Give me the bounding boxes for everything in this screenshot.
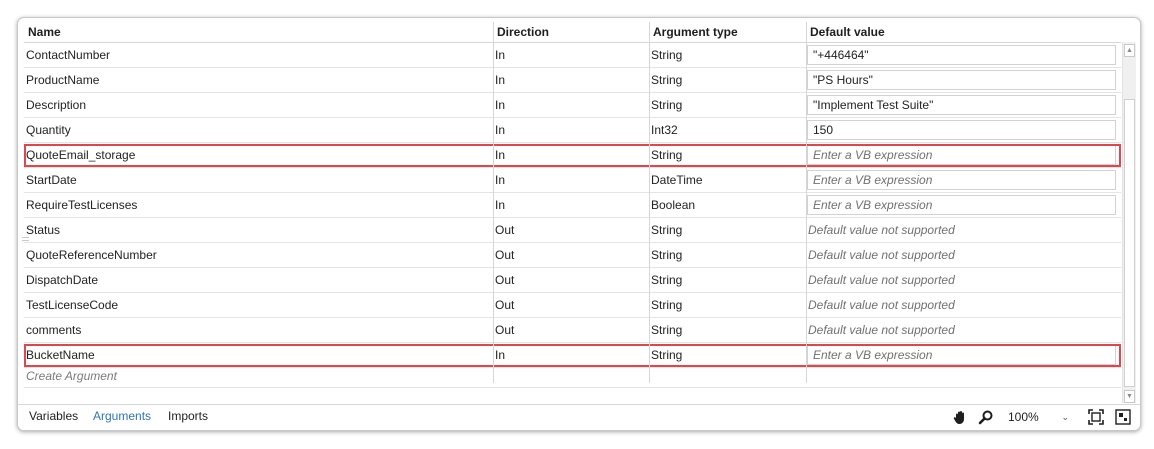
argument-type[interactable]: Int32 [649,118,806,142]
default-value-input[interactable]: Enter a VB expression [807,170,1116,190]
argument-type[interactable]: DateTime [649,168,806,192]
default-value-input[interactable]: Enter a VB expression [807,345,1116,365]
argument-name[interactable]: DispatchDate [24,268,493,292]
argument-direction[interactable]: In [493,343,649,367]
argument-type[interactable]: String [649,318,806,342]
scroll-down-icon[interactable]: ▼ [1124,390,1135,403]
argument-row[interactable]: Quantity In Int32 150 [24,118,1121,143]
scroll-up-icon[interactable]: ▲ [1124,44,1135,57]
column-header-name[interactable]: Name [24,22,493,42]
column-divider[interactable] [806,22,807,383]
argument-type[interactable]: String [649,43,806,67]
argument-type[interactable]: String [649,143,806,167]
default-value-input[interactable]: "Implement Test Suite" [807,95,1116,115]
argument-row[interactable]: RequireTestLicenses In Boolean Enter a VB e… [24,193,1121,218]
default-value-input[interactable]: 150 [807,120,1116,140]
argument-type[interactable]: String [649,293,806,317]
argument-row[interactable]: comments Out String Default value not suppo… [24,318,1121,343]
arguments-panel: Name Direction Argument type Default val… [17,17,1141,431]
argument-direction[interactable]: Out [493,268,649,292]
argument-row[interactable]: Description In String "Implement Test Suite… [24,93,1121,118]
zoom-icon[interactable] [978,409,994,425]
default-value-unsupported: Default value not supported [808,273,955,287]
argument-name[interactable]: comments [24,318,493,342]
grid-body: ContactNumber In String "+446464" ProductNam… [24,43,1121,368]
argument-name[interactable]: Description [24,93,493,117]
default-value-unsupported: Default value not supported [808,323,955,337]
column-header-default-value[interactable]: Default value [806,22,1121,42]
column-header-argument-type[interactable]: Argument type [649,22,806,42]
argument-row[interactable]: QuoteReferenceNumber Out String Default val… [24,243,1121,268]
arguments-grid: Name Direction Argument type Default val… [24,22,1121,388]
argument-name[interactable]: Status [24,218,493,242]
argument-direction[interactable]: Out [493,293,649,317]
argument-row[interactable]: DispatchDate Out String Default value not s… [24,268,1121,293]
tab-arguments[interactable]: Arguments [93,409,151,423]
default-value-input[interactable]: "+446464" [807,45,1116,65]
argument-type[interactable]: String [649,68,806,92]
argument-name[interactable]: ProductName [24,68,493,92]
overview-icon[interactable] [1115,409,1131,425]
default-value-unsupported: Default value not supported [808,248,955,262]
argument-row[interactable]: Status Out String Default value not support… [24,218,1121,243]
tab-variables[interactable]: Variables [29,409,78,423]
argument-direction[interactable]: In [493,193,649,217]
chevron-down-icon: ⌄ [1061,412,1069,422]
argument-name[interactable]: QuoteReferenceNumber [24,243,493,267]
default-value-input[interactable]: Enter a VB expression [807,195,1116,215]
argument-direction[interactable]: In [493,93,649,117]
default-value-unsupported: Default value not supported [808,298,955,312]
argument-type[interactable]: String [649,93,806,117]
zoom-select[interactable]: 100% ⌄ [1003,408,1073,426]
column-divider[interactable] [649,22,650,383]
argument-name[interactable]: QuoteEmail_storage [24,143,493,167]
argument-direction[interactable]: In [493,143,649,167]
designer-footer: Variables Arguments Imports 100% ⌄ [18,404,1140,430]
zoom-value: 100% [1008,410,1039,424]
argument-row[interactable]: StartDate In DateTime Enter a VB expression [24,168,1121,193]
default-value-input[interactable]: "PS Hours" [807,70,1116,90]
argument-row[interactable]: ContactNumber In String "+446464" [24,43,1121,68]
argument-type[interactable]: String [649,268,806,292]
argument-direction[interactable]: In [493,118,649,142]
argument-direction[interactable]: Out [493,243,649,267]
argument-name[interactable]: Quantity [24,118,493,142]
argument-direction[interactable]: In [493,168,649,192]
argument-type[interactable]: String [649,343,806,367]
argument-row[interactable]: BucketName In String Enter a VB expression [24,343,1121,368]
default-value-input[interactable]: Enter a VB expression [807,145,1116,165]
grid-header: Name Direction Argument type Default val… [24,22,1121,43]
argument-name[interactable]: TestLicenseCode [24,293,493,317]
column-header-direction[interactable]: Direction [493,22,649,42]
argument-direction[interactable]: In [493,68,649,92]
argument-row[interactable]: ProductName In String "PS Hours" [24,68,1121,93]
argument-name[interactable]: StartDate [24,168,493,192]
argument-direction[interactable]: Out [493,218,649,242]
argument-type[interactable]: String [649,243,806,267]
argument-name[interactable]: RequireTestLicenses [24,193,493,217]
argument-name[interactable]: ContactNumber [24,43,493,67]
argument-type[interactable]: String [649,218,806,242]
vertical-scrollbar[interactable]: ▲ ▼ [1122,42,1136,403]
argument-direction[interactable]: In [493,43,649,67]
column-divider[interactable] [493,22,494,383]
argument-name[interactable]: BucketName [24,343,493,367]
scrollbar-thumb[interactable] [1124,99,1135,387]
fit-to-screen-icon[interactable] [1088,409,1104,425]
argument-row[interactable]: QuoteEmail_storage In String Enter a VB exp… [24,143,1121,168]
argument-direction[interactable]: Out [493,318,649,342]
create-argument-row[interactable]: Create Argument [24,368,1121,388]
argument-row[interactable]: TestLicenseCode Out String Default value no… [24,293,1121,318]
argument-type[interactable]: Boolean [649,193,806,217]
default-value-unsupported: Default value not supported [808,223,955,237]
hand-icon[interactable] [952,409,968,425]
tab-imports[interactable]: Imports [168,409,208,423]
